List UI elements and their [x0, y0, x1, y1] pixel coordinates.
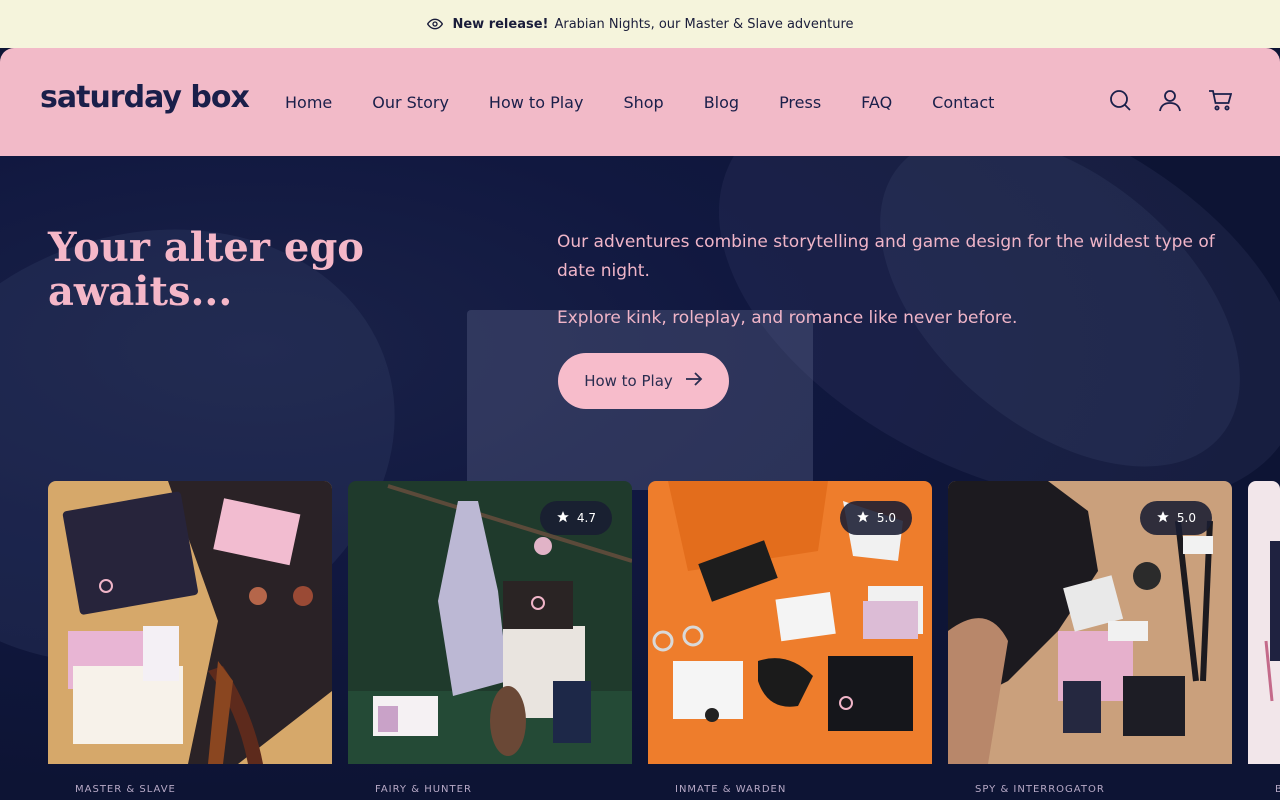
rating-badge: 5.0: [839, 501, 912, 535]
rating-badge: 5.0: [1139, 501, 1212, 535]
rating-badge: 4.7: [539, 501, 612, 535]
main-nav: Home Our Story How to Play Shop Blog Pre…: [285, 48, 1034, 156]
hero-paragraph-1: Our adventures combine storytelling and …: [557, 232, 1215, 281]
announcement-bold: New release!: [452, 16, 549, 32]
nav-faq[interactable]: FAQ: [861, 93, 892, 112]
product-image: [1248, 481, 1280, 764]
product-label[interactable]: Fairy & Hunter: [375, 784, 472, 795]
nav-contact[interactable]: Contact: [932, 93, 994, 112]
search-icon[interactable]: [1108, 88, 1132, 112]
announcement-bar[interactable]: New release! Arabian Nights, our Master …: [0, 0, 1280, 48]
rating-value: 5.0: [876, 511, 896, 525]
cart-icon[interactable]: [1208, 88, 1232, 112]
nav-shop[interactable]: Shop: [623, 93, 663, 112]
hero-title: Your alter ego awaits...: [48, 224, 364, 315]
nav-blog[interactable]: Blog: [704, 93, 739, 112]
header-icons: [1108, 88, 1232, 112]
announcement-text: Arabian Nights, our Master & Slave adven…: [554, 16, 854, 32]
nav-our-story[interactable]: Our Story: [372, 93, 449, 112]
cta-label: How to Play: [584, 372, 673, 390]
product-card-inmate-warden[interactable]: 5.0: [648, 481, 932, 764]
product-card-master-slave[interactable]: [48, 481, 332, 764]
product-label[interactable]: Master & Slave: [75, 784, 176, 795]
product-card-spy-interrogator[interactable]: 5.0: [948, 481, 1232, 764]
product-label[interactable]: B: [1275, 784, 1280, 795]
rating-value: 5.0: [1176, 511, 1196, 525]
product-label[interactable]: Spy & Interrogator: [975, 784, 1105, 795]
star-icon: [856, 510, 870, 527]
star-icon: [556, 510, 570, 527]
star-icon: [1156, 510, 1170, 527]
nav-how-to-play[interactable]: How to Play: [489, 93, 584, 112]
hero-description: Our adventures combine storytelling and …: [557, 228, 1217, 351]
how-to-play-button[interactable]: How to Play: [558, 353, 729, 409]
product-card-partial[interactable]: [1248, 481, 1280, 764]
logo[interactable]: saturday box: [40, 80, 250, 115]
arrow-right-icon: [685, 372, 703, 390]
account-icon[interactable]: [1158, 88, 1182, 112]
hero-paragraph-2: Explore kink, roleplay, and romance like…: [557, 308, 1018, 328]
product-label[interactable]: Inmate & Warden: [675, 784, 786, 795]
site-header: saturday box Home Our Story How to Play …: [0, 48, 1280, 156]
rating-value: 4.7: [576, 511, 596, 525]
eye-icon: [426, 15, 444, 33]
nav-press[interactable]: Press: [779, 93, 821, 112]
product-card-fairy-hunter[interactable]: 4.7: [348, 481, 632, 764]
nav-home[interactable]: Home: [285, 93, 332, 112]
product-image: [48, 481, 332, 764]
